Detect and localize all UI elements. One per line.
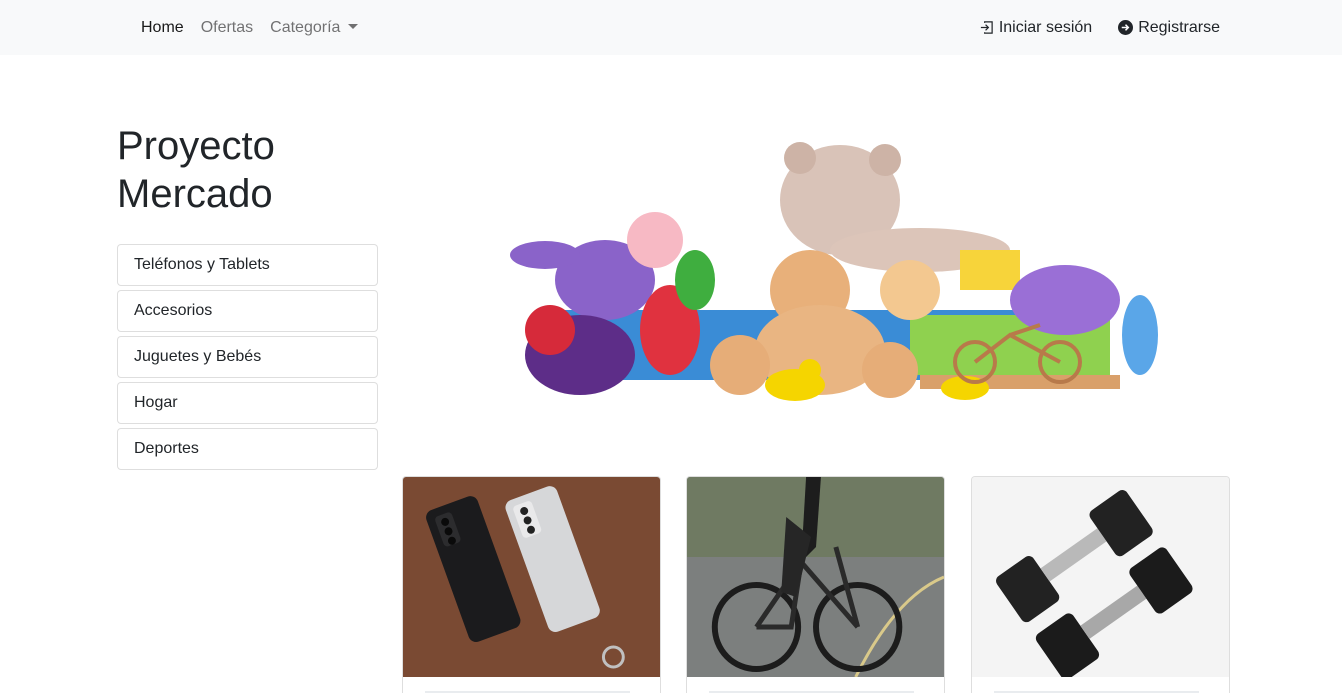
nav-offers-link[interactable]: Ofertas <box>201 19 253 37</box>
register-link[interactable]: Registrarse <box>1118 19 1220 37</box>
dumbbells-image <box>972 477 1229 677</box>
category-item-phones[interactable]: Teléfonos y Tablets <box>117 244 378 286</box>
category-item-sports[interactable]: Deportes <box>117 428 378 470</box>
phones-image <box>403 477 660 677</box>
nav-category-label: Categoría <box>270 18 341 36</box>
bicycle-image <box>687 477 944 677</box>
caret-down-icon <box>348 23 359 29</box>
top-navbar: Home Ofertas Categoría Iniciar sesión Re… <box>0 0 1342 55</box>
category-item-toys[interactable]: Juguetes y Bebés <box>117 336 378 378</box>
category-list: Teléfonos y Tablets Accesorios Juguetes … <box>117 244 378 474</box>
nav-left-group: Home Ofertas Categoría <box>141 0 359 55</box>
category-item-accessories[interactable]: Accesorios <box>117 290 378 332</box>
page-title-line2: Mercado <box>117 172 273 216</box>
product-card-dumbbells[interactable] <box>971 476 1230 693</box>
login-link[interactable]: Iniciar sesión <box>979 19 1092 37</box>
category-item-home[interactable]: Hogar <box>117 382 378 424</box>
nav-category-dropdown[interactable]: Categoría <box>270 18 359 37</box>
register-label: Registrarse <box>1138 18 1220 36</box>
login-arrow-icon <box>980 21 993 34</box>
product-card-phones[interactable] <box>402 476 661 693</box>
arrow-circle-right-icon <box>1118 20 1134 35</box>
nav-home-link[interactable]: Home <box>141 19 184 37</box>
page-title: Proyecto Mercado <box>117 122 377 218</box>
login-label: Iniciar sesión <box>998 18 1093 36</box>
nav-right-group: Iniciar sesión Registrarse <box>979 0 1220 55</box>
product-card-bicycle[interactable] <box>686 476 945 693</box>
page-title-line1: Proyecto <box>117 124 275 168</box>
hero-toys-image <box>510 142 1158 401</box>
